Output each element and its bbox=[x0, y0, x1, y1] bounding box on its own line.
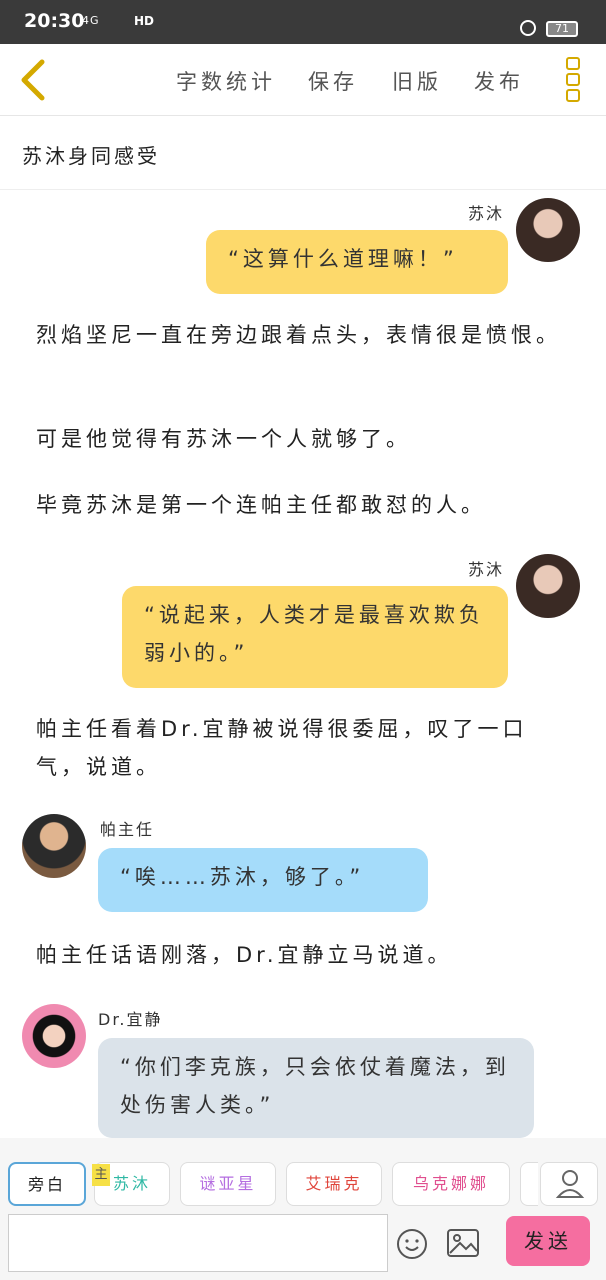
send-button[interactable]: 发送 bbox=[506, 1216, 590, 1266]
role-more-button[interactable] bbox=[520, 1162, 538, 1206]
narration-text[interactable]: 帕主任话语刚落，Dr.宜静立马说道。 bbox=[36, 936, 576, 974]
chapter-title-field[interactable]: 苏沐身同感受 bbox=[0, 116, 606, 190]
battery-level: 71 bbox=[546, 21, 578, 37]
publish-button[interactable]: 发布 bbox=[474, 66, 524, 96]
narration-text[interactable]: 帕主任看着Dr.宜静被说得很委屈，叹了一口气，说道。 bbox=[36, 710, 576, 786]
role-airuike-button[interactable]: 艾瑞克 bbox=[286, 1162, 382, 1206]
chapter-title: 苏沐身同感受 bbox=[22, 144, 160, 168]
narration-text[interactable]: 烈焰坚尼一直在旁边跟着点头，表情很是愤恨。 bbox=[36, 316, 576, 354]
back-icon[interactable] bbox=[14, 56, 54, 104]
status-time: 20:30 bbox=[24, 10, 85, 32]
more-menu-icon[interactable] bbox=[564, 54, 582, 106]
person-icon[interactable] bbox=[540, 1162, 598, 1206]
speech-bubble[interactable]: “唉……苏沐，够了。” bbox=[98, 848, 428, 912]
speech-bubble[interactable]: “说起来，人类才是最喜欢欺负弱小的。” bbox=[122, 586, 508, 688]
avatar-sumu[interactable] bbox=[516, 198, 580, 262]
input-bar: 发送 bbox=[0, 1210, 606, 1280]
image-icon[interactable] bbox=[446, 1228, 480, 1258]
speaker-name: 苏沐 bbox=[468, 204, 505, 223]
emoji-icon[interactable] bbox=[396, 1228, 428, 1260]
avatar-pa-director[interactable] bbox=[22, 814, 86, 878]
old-version-button[interactable]: 旧版 bbox=[392, 66, 442, 96]
editor-toolbar: 字数统计 保存 旧版 发布 bbox=[0, 44, 606, 116]
role-narrator-button[interactable]: 旁白 bbox=[8, 1162, 86, 1206]
avatar-dr-yijing[interactable] bbox=[22, 1004, 86, 1068]
narration-text[interactable]: 毕竟苏沐是第一个连帕主任都敢怼的人。 bbox=[36, 486, 576, 524]
status-bar: 20:30 4G HD 71 bbox=[0, 0, 606, 44]
speech-bubble[interactable]: “你们李克族，只会依仗着魔法，到处伤害人类。” bbox=[98, 1038, 534, 1138]
avatar-sumu[interactable] bbox=[516, 554, 580, 618]
message-input[interactable] bbox=[8, 1214, 388, 1272]
role-selector-bar: 旁白 苏沐 谜亚星 艾瑞克 乌克娜娜 bbox=[0, 1138, 606, 1210]
alarm-icon bbox=[520, 20, 536, 36]
save-button[interactable]: 保存 bbox=[308, 66, 358, 96]
speaker-name: 帕主任 bbox=[100, 820, 155, 839]
hd-indicator: HD bbox=[134, 14, 155, 28]
main-role-badge: 主 bbox=[92, 1164, 110, 1186]
role-wukenana-button[interactable]: 乌克娜娜 bbox=[392, 1162, 510, 1206]
speech-bubble[interactable]: “这算什么道理嘛！” bbox=[206, 230, 508, 294]
signal-indicator: 4G bbox=[82, 14, 100, 27]
speaker-name: Dr.宜静 bbox=[98, 1010, 163, 1029]
narration-text[interactable]: 可是他觉得有苏沐一个人就够了。 bbox=[36, 420, 576, 458]
role-miyaxing-button[interactable]: 谜亚星 bbox=[180, 1162, 276, 1206]
word-count-button[interactable]: 字数统计 bbox=[176, 66, 276, 96]
speaker-name: 苏沐 bbox=[468, 560, 505, 579]
